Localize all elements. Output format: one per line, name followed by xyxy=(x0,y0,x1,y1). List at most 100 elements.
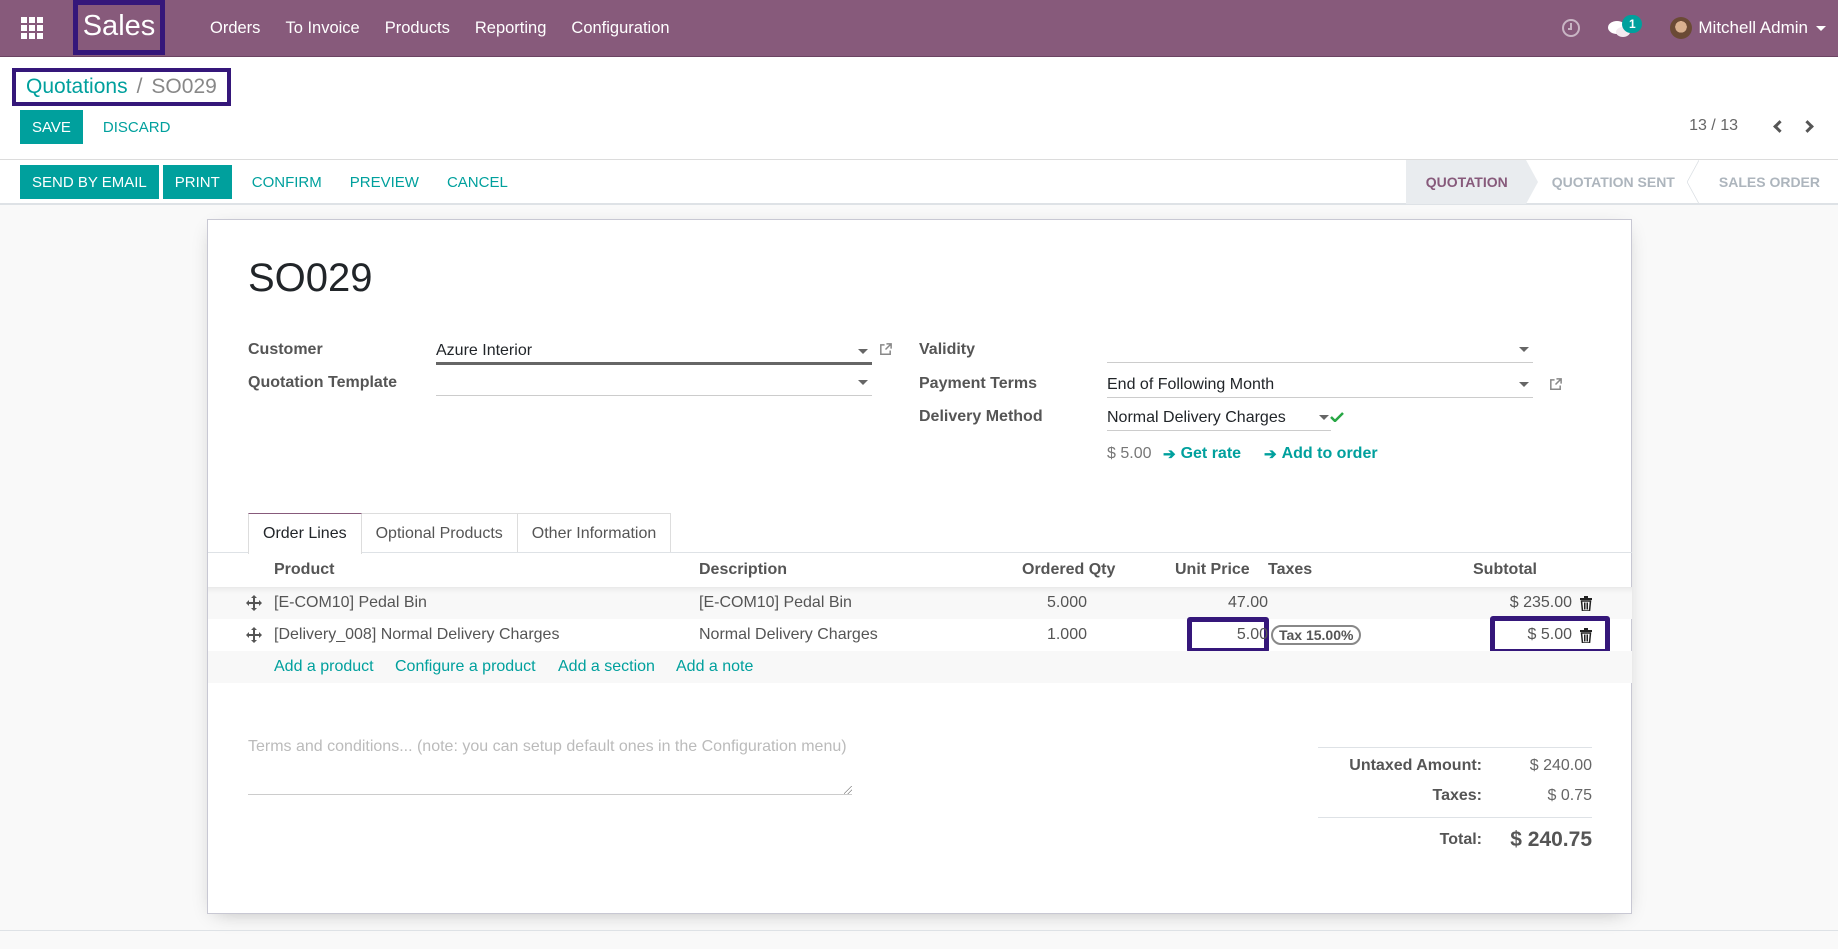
tax-tag[interactable]: Tax 15.00% xyxy=(1271,625,1362,645)
add-product-link[interactable]: Add a product xyxy=(274,651,374,683)
arrow-right-icon: ➔ xyxy=(1264,446,1277,463)
document-title: SO029 xyxy=(248,256,373,300)
template-dropdown-icon[interactable] xyxy=(858,380,868,385)
breadcrumb-current: SO029 xyxy=(151,75,217,98)
cell-taxes[interactable]: Tax 15.00% xyxy=(1271,619,1362,651)
user-avatar[interactable] xyxy=(1670,17,1693,39)
column-ordered-qty[interactable]: Ordered Qty xyxy=(1022,553,1115,587)
preview-button[interactable]: PREVIEW xyxy=(338,165,431,199)
table-row[interactable]: [Delivery_008] Normal Delivery Charges N… xyxy=(208,616,1632,654)
menu-configuration[interactable]: Configuration xyxy=(571,19,669,38)
delivery-amount: $ 5.00 xyxy=(1107,445,1152,462)
stage-pipeline: QUOTATION QUOTATION SENT SALES ORDER xyxy=(1405,160,1838,204)
trash-icon[interactable] xyxy=(1580,627,1592,643)
cell-description[interactable]: Normal Delivery Charges xyxy=(699,619,878,651)
delivery-dropdown-icon[interactable] xyxy=(1319,415,1329,420)
resize-handle-icon[interactable] xyxy=(844,786,852,794)
payment-terms-field[interactable]: End of Following Month xyxy=(1107,372,1533,398)
taxes-label: Taxes: xyxy=(1432,787,1482,804)
app-brand[interactable]: Sales xyxy=(73,0,165,55)
menu-orders[interactable]: Orders xyxy=(210,19,260,38)
add-to-order-label: Add to order xyxy=(1281,445,1378,462)
cell-qty[interactable]: 5.000 xyxy=(1047,587,1087,619)
menu-products[interactable]: Products xyxy=(385,19,450,38)
cell-product[interactable]: [Delivery_008] Normal Delivery Charges xyxy=(274,619,559,651)
message-count-badge: 1 xyxy=(1622,15,1643,33)
get-rate-label: Get rate xyxy=(1180,445,1242,462)
confirm-button[interactable]: CONFIRM xyxy=(240,165,334,199)
payment-terms-value: End of Following Month xyxy=(1107,375,1275,393)
get-rate-button[interactable]: ➔ Get rate xyxy=(1163,445,1241,463)
tab-other-information[interactable]: Other Information xyxy=(516,513,672,553)
caret-down-icon[interactable] xyxy=(1816,25,1826,31)
table-row[interactable]: [E-COM10] Pedal Bin [E-COM10] Pedal Bin … xyxy=(208,587,1632,619)
cell-unit-price[interactable]: 5.00 xyxy=(1237,619,1268,651)
terms-and-conditions-field[interactable]: Terms and conditions... (note: you can s… xyxy=(248,735,852,795)
column-description[interactable]: Description xyxy=(699,553,787,587)
configure-product-link[interactable]: Configure a product xyxy=(395,651,536,683)
cancel-button[interactable]: CANCEL xyxy=(435,165,520,199)
cell-unit-price[interactable]: 47.00 xyxy=(1228,587,1268,619)
pager-value[interactable]: 13 / 13 xyxy=(1689,117,1738,135)
form-statusbar: SEND BY EMAIL PRINT CONFIRM PREVIEW CANC… xyxy=(0,160,1838,204)
stage-sales-order[interactable]: SALES ORDER xyxy=(1693,160,1838,204)
apps-menu-icon[interactable] xyxy=(21,17,43,39)
total-row: Total: $ 240.75 xyxy=(1318,817,1592,861)
breadcrumb-separator: / xyxy=(136,75,143,98)
menu-to-invoice[interactable]: To Invoice xyxy=(285,19,359,38)
untaxed-amount-value: $ 240.00 xyxy=(1529,757,1592,774)
delivery-method-field[interactable]: Normal Delivery Charges xyxy=(1107,405,1331,431)
menu-reporting[interactable]: Reporting xyxy=(475,19,547,38)
drag-handle-icon[interactable] xyxy=(246,627,262,643)
activity-clock-icon[interactable] xyxy=(1562,19,1581,37)
delivery-method-label: Delivery Method xyxy=(919,408,1043,425)
user-menu[interactable]: Mitchell Admin xyxy=(1698,18,1808,38)
cell-product[interactable]: [E-COM10] Pedal Bin xyxy=(274,587,427,619)
validity-field[interactable] xyxy=(1107,337,1533,363)
discard-button[interactable]: DISCARD xyxy=(91,110,183,144)
external-link-icon[interactable] xyxy=(1548,377,1563,392)
validity-label: Validity xyxy=(919,341,976,358)
stage-quotation[interactable]: QUOTATION xyxy=(1405,160,1538,204)
print-button[interactable]: PRINT xyxy=(162,165,232,199)
drag-handle-icon[interactable] xyxy=(246,595,262,611)
send-by-email-button[interactable]: SEND BY EMAIL xyxy=(20,165,159,199)
cell-qty[interactable]: 1.000 xyxy=(1047,619,1087,651)
column-unit-price[interactable]: Unit Price xyxy=(1175,553,1250,587)
customer-label: Customer xyxy=(248,341,323,358)
customer-dropdown-icon[interactable] xyxy=(858,349,868,354)
column-taxes[interactable]: Taxes xyxy=(1268,553,1312,587)
table-header: Product Description Ordered Qty Unit Pri… xyxy=(208,553,1632,587)
payment-terms-dropdown-icon[interactable] xyxy=(1519,382,1529,387)
pager-next-button[interactable] xyxy=(1798,115,1820,137)
add-section-link[interactable]: Add a section xyxy=(558,651,655,683)
cell-subtotal: $ 235.00 xyxy=(1510,587,1592,619)
column-product[interactable]: Product xyxy=(274,553,334,587)
cell-description[interactable]: [E-COM10] Pedal Bin xyxy=(699,587,852,619)
chevron-left-icon xyxy=(1772,119,1786,133)
tab-order-lines[interactable]: Order Lines xyxy=(248,513,362,554)
record-pager: 13 / 13 xyxy=(1689,115,1820,137)
validity-dropdown-icon[interactable] xyxy=(1519,347,1529,352)
tab-optional-products[interactable]: Optional Products xyxy=(360,513,518,553)
stage-quotation-sent[interactable]: QUOTATION SENT xyxy=(1526,160,1700,204)
delivery-method-value: Normal Delivery Charges xyxy=(1107,408,1286,426)
add-note-link[interactable]: Add a note xyxy=(676,651,753,683)
terms-placeholder: Terms and conditions... (note: you can s… xyxy=(248,738,847,755)
quotation-template-field[interactable] xyxy=(436,370,872,396)
quotation-template-label: Quotation Template xyxy=(248,374,398,391)
untaxed-amount-label: Untaxed Amount: xyxy=(1349,757,1482,774)
column-subtotal[interactable]: Subtotal xyxy=(1473,553,1537,587)
pager-previous-button[interactable] xyxy=(1766,115,1788,137)
customer-field[interactable]: Azure Interior xyxy=(436,339,872,365)
subtotal-value: $ 235.00 xyxy=(1509,594,1572,611)
untaxed-amount-row: Untaxed Amount: $ 240.00 xyxy=(1318,751,1592,781)
breadcrumb-quotations[interactable]: Quotations xyxy=(26,75,128,99)
add-to-order-button[interactable]: ➔ Add to order xyxy=(1264,445,1378,463)
chevron-right-icon xyxy=(1800,119,1814,133)
external-link-icon[interactable] xyxy=(878,342,893,357)
breadcrumb: Quotations / SO029 xyxy=(12,68,231,106)
save-button[interactable]: SAVE xyxy=(20,110,83,144)
trash-icon[interactable] xyxy=(1580,595,1592,611)
messaging-menu[interactable]: 1 xyxy=(1608,15,1643,39)
